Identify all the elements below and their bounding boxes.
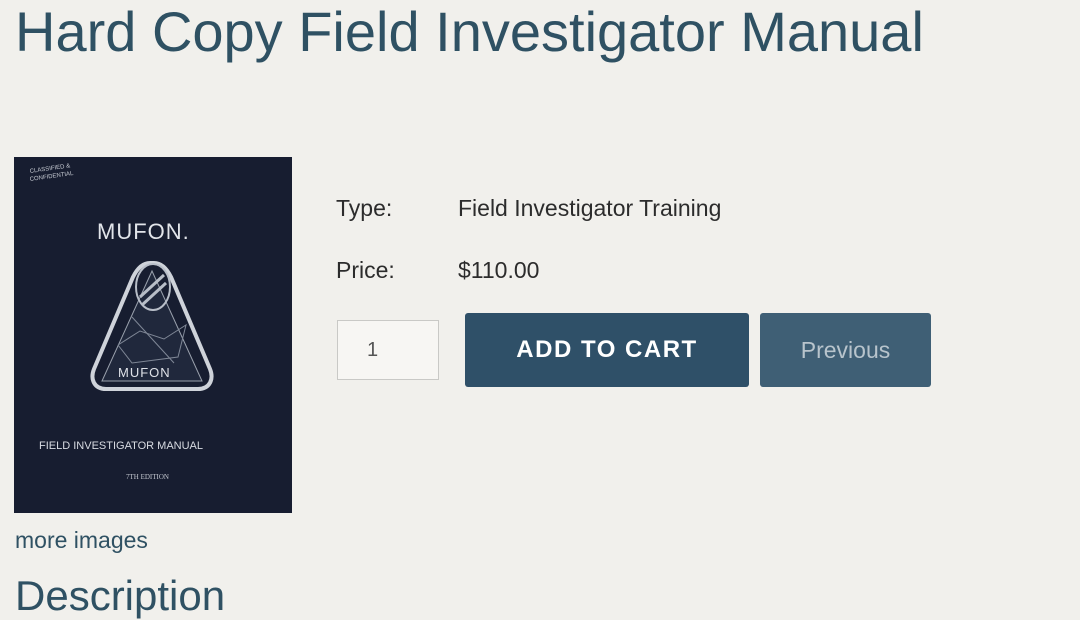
cover-manual-title: FIELD INVESTIGATOR MANUAL: [39, 440, 203, 452]
product-image[interactable]: CLASSIFIED & CONFIDENTIAL MUFON. MUFON F…: [14, 157, 292, 513]
more-images-link[interactable]: more images: [15, 526, 148, 554]
manual-cover-image: CLASSIFIED & CONFIDENTIAL MUFON. MUFON F…: [14, 157, 292, 513]
previous-button[interactable]: Previous: [760, 313, 931, 387]
description-heading: Description: [15, 572, 226, 619]
type-label: Type:: [336, 195, 393, 221]
cover-emblem-brand: MUFON: [118, 365, 171, 380]
cover-brand: MUFON.: [97, 219, 190, 244]
page-title: Hard Copy Field Investigator Manual: [15, 0, 924, 63]
add-to-cart-button[interactable]: ADD TO CART: [465, 313, 749, 387]
cover-edition: 7TH EDITION: [126, 473, 169, 481]
price-value: $110.00: [458, 257, 540, 283]
quantity-input[interactable]: [337, 320, 439, 380]
type-value: Field Investigator Training: [458, 195, 722, 221]
price-label: Price:: [336, 257, 395, 283]
